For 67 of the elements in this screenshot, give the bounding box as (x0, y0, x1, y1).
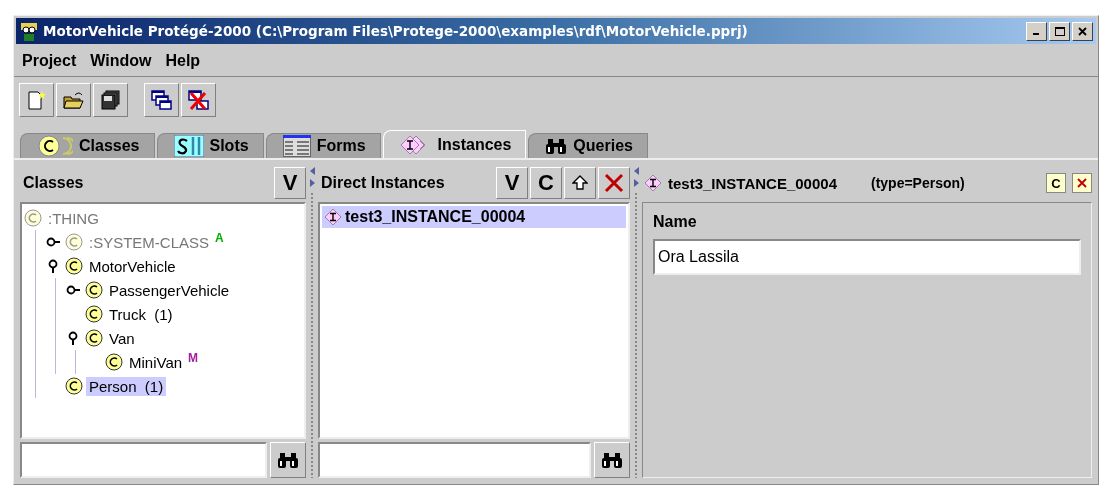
marker-letter: A (215, 231, 224, 245)
search-field[interactable] (318, 442, 591, 478)
save-button[interactable] (93, 83, 128, 117)
new-file-icon (26, 90, 47, 110)
instance-type: (type=Person) (871, 175, 966, 191)
floppy-disks-icon (100, 90, 121, 110)
app-icon (19, 21, 39, 41)
remove-button[interactable] (1072, 173, 1092, 193)
instance-icon (324, 208, 342, 226)
class-icon (105, 353, 123, 371)
find-button[interactable] (270, 442, 306, 478)
small-c-button[interactable]: C (1046, 173, 1066, 193)
slots-icon (173, 135, 204, 157)
tab[interactable]: Slots (156, 133, 264, 158)
class-icon (65, 257, 83, 275)
instance-item[interactable]: test3_INSTANCE_00004 (322, 206, 626, 228)
close-icon (1077, 178, 1087, 188)
view-button[interactable]: V (496, 167, 528, 199)
cascade-windows-button[interactable] (144, 83, 179, 117)
instance-name: test3_INSTANCE_00004 (345, 208, 526, 226)
menu-item[interactable]: Help (163, 52, 209, 70)
maximize-icon (1054, 26, 1065, 36)
panel-title: Direct Instances (320, 174, 446, 192)
search-field[interactable] (20, 442, 267, 478)
windows-icon (151, 90, 172, 110)
up-button[interactable] (564, 167, 596, 199)
class-icon (85, 305, 103, 323)
tab[interactable]: Instances (382, 130, 527, 158)
find-button[interactable] (594, 442, 630, 478)
menu-item[interactable]: Window (88, 52, 160, 70)
binoculars-icon (545, 137, 568, 155)
class-icon (65, 377, 83, 395)
class-icon (65, 233, 83, 251)
delete-button[interactable] (598, 167, 630, 199)
binoculars-icon (601, 451, 623, 469)
input-field[interactable]: Ora Lassila (653, 239, 1081, 275)
menu-item[interactable]: Project (20, 52, 85, 70)
panel-title: Classes (22, 174, 85, 192)
delete-icon (604, 173, 624, 193)
tab[interactable]: Classes (20, 133, 155, 158)
close-icon (1078, 26, 1087, 36)
field-label: Name (653, 213, 698, 231)
open-button[interactable] (56, 83, 91, 117)
new-file-button[interactable] (19, 83, 54, 117)
close-button[interactable] (1072, 21, 1093, 41)
classes-icon (37, 135, 73, 157)
instance-title: test3_INSTANCE_00004 (668, 174, 837, 192)
create-button[interactable]: C (530, 167, 562, 199)
marker-letter: M (188, 351, 199, 365)
close-windows-button[interactable] (181, 83, 216, 117)
windows-crossed-icon (188, 90, 209, 110)
binoculars-icon (277, 451, 299, 469)
maximize-button[interactable] (1049, 21, 1070, 41)
splitter-arrows-icon[interactable] (632, 166, 640, 188)
class-icon (24, 209, 42, 227)
minimize-button[interactable] (1026, 21, 1047, 41)
form-icon (282, 135, 311, 157)
class-icon (85, 281, 103, 299)
folder-icon (63, 90, 84, 110)
window-title: MotorVehicle Protégé-2000 (C:\Program Files\Protege-2000\examples\rdf\MotorVehicle.pprj) (43, 23, 749, 39)
class-icon (85, 329, 103, 347)
splitter-arrows-icon[interactable] (308, 166, 316, 188)
tab[interactable]: Forms (265, 133, 381, 158)
up-arrow-icon (572, 175, 588, 191)
instance-icon (644, 174, 662, 192)
view-button[interactable]: V (274, 167, 306, 199)
tab[interactable]: Queries (528, 133, 648, 158)
